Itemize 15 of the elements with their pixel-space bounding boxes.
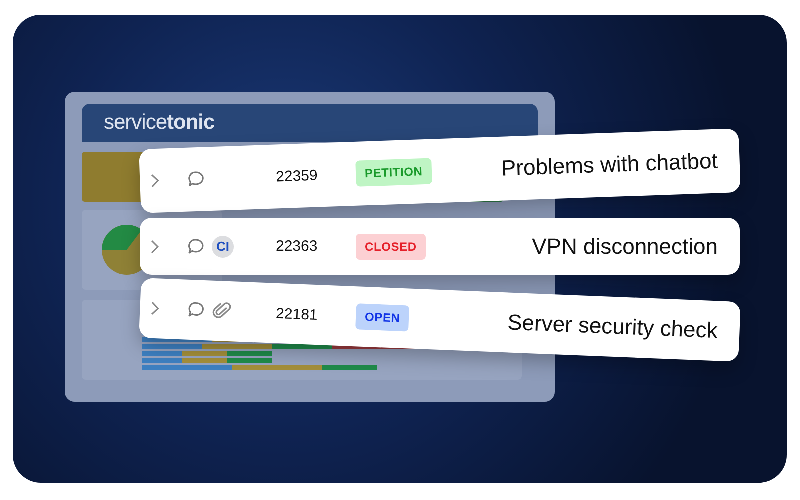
ticket-title: VPN disconnection [532, 234, 718, 260]
ticket-title: Problems with chatbot [501, 148, 718, 182]
status-badge: OPEN [356, 304, 410, 332]
chevron-icon[interactable] [150, 300, 161, 317]
status-badge: PETITION [356, 158, 432, 187]
ticket-number: 22181 [276, 304, 320, 326]
chevron-icon[interactable] [150, 172, 160, 190]
ticket-number: 22363 [276, 238, 319, 255]
status-badge: CLOSED [356, 234, 426, 260]
ticket-number: 22359 [276, 166, 320, 186]
ticket-row[interactable]: CI 22363 CLOSED VPN disconnection [140, 218, 740, 275]
user-avatar: CI [212, 236, 234, 258]
chevron-icon[interactable] [150, 238, 160, 254]
comment-icon [186, 236, 206, 256]
ticket-title: Server security check [507, 310, 718, 344]
